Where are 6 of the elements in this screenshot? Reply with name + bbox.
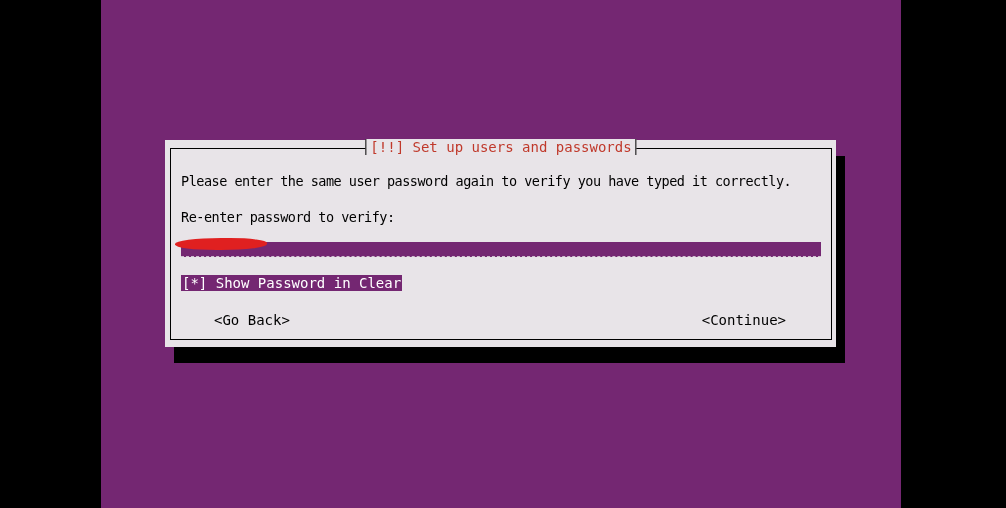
dialog-title: [!!] Set up users and passwords: [365, 139, 637, 155]
show-password-checkbox[interactable]: [*] Show Password in Clear: [181, 275, 403, 291]
field-label: Re-enter password to verify:: [181, 208, 395, 226]
back-button[interactable]: <Go Back>: [214, 310, 290, 331]
message-text: Please enter the same user password again to verify you have typed it correctly.: [181, 172, 792, 190]
continue-button[interactable]: <Continue>: [701, 310, 786, 331]
